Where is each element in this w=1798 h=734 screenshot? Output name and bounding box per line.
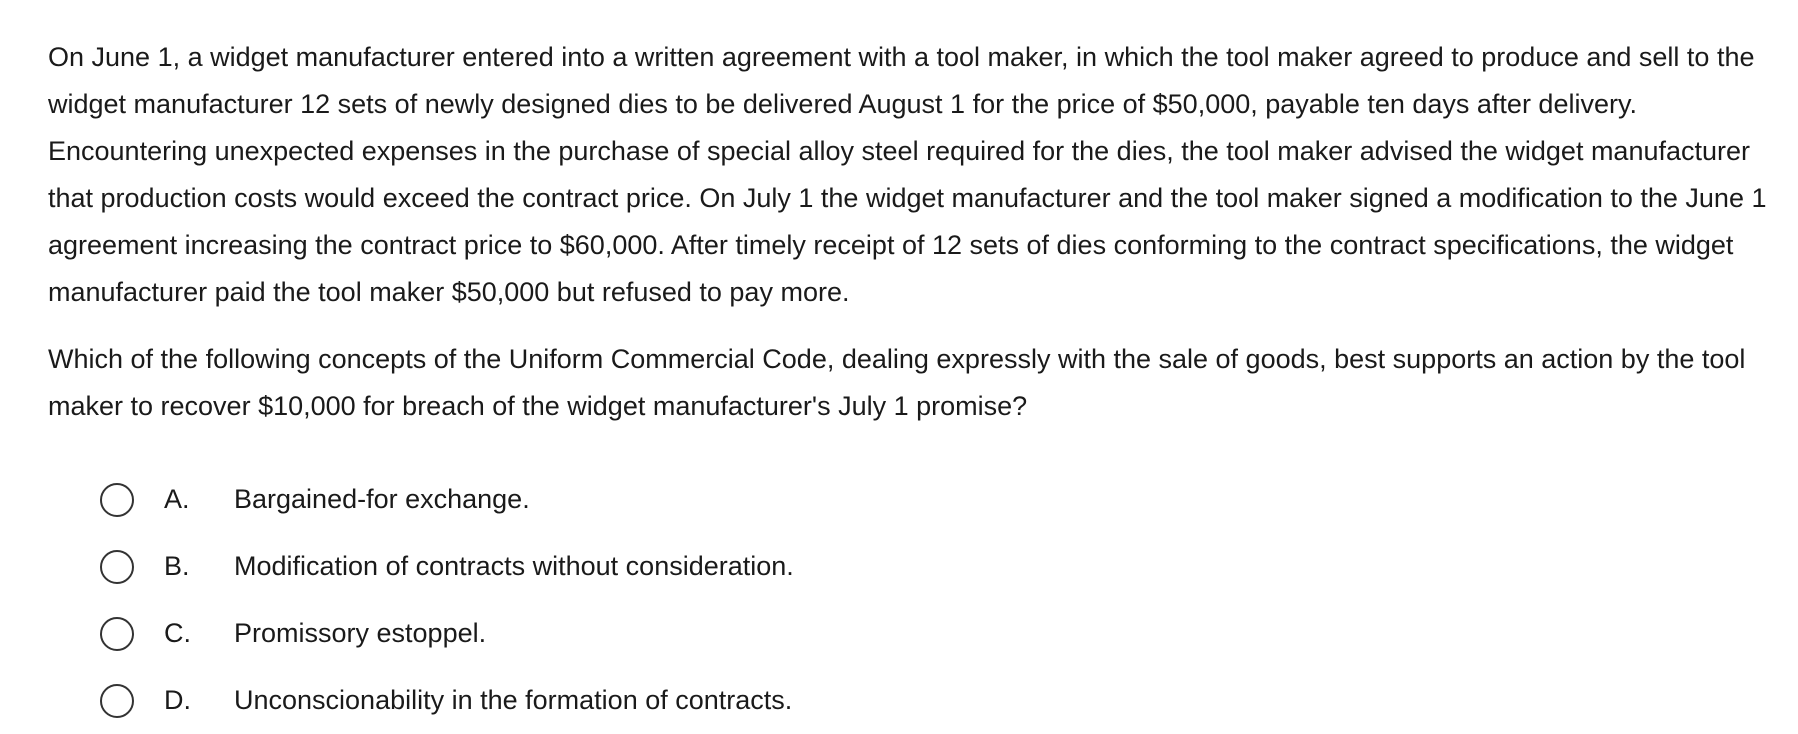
option-c[interactable]: C. Promissory estoppel. <box>100 600 1700 667</box>
question-prompt: Which of the following concepts of the U… <box>48 344 1746 421</box>
radio-button-d[interactable] <box>100 683 134 718</box>
option-text: Bargained-for exchange. <box>234 484 530 514</box>
option-text: Promissory estoppel. <box>234 618 487 648</box>
radio-button-c[interactable] <box>100 616 134 651</box>
question-stem: On June 1, a widget manufacturer entered… <box>48 42 1767 307</box>
option-letter: A. <box>164 484 190 514</box>
answer-options: A. Bargained-for exchange. B. Modificati… <box>100 466 1700 734</box>
option-text: Unconscionability in the formation of co… <box>234 685 793 715</box>
option-letter: C. <box>164 618 191 648</box>
radio-button-b[interactable] <box>100 549 134 584</box>
option-letter: B. <box>164 551 190 581</box>
option-d[interactable]: D. Unconscionability in the formation of… <box>100 667 1700 734</box>
option-text: Modification of contracts without consid… <box>234 551 794 581</box>
option-b[interactable]: B. Modification of contracts without con… <box>100 533 1700 600</box>
option-letter: D. <box>164 685 191 715</box>
radio-button-a[interactable] <box>100 482 134 517</box>
option-a[interactable]: A. Bargained-for exchange. <box>100 466 1700 533</box>
